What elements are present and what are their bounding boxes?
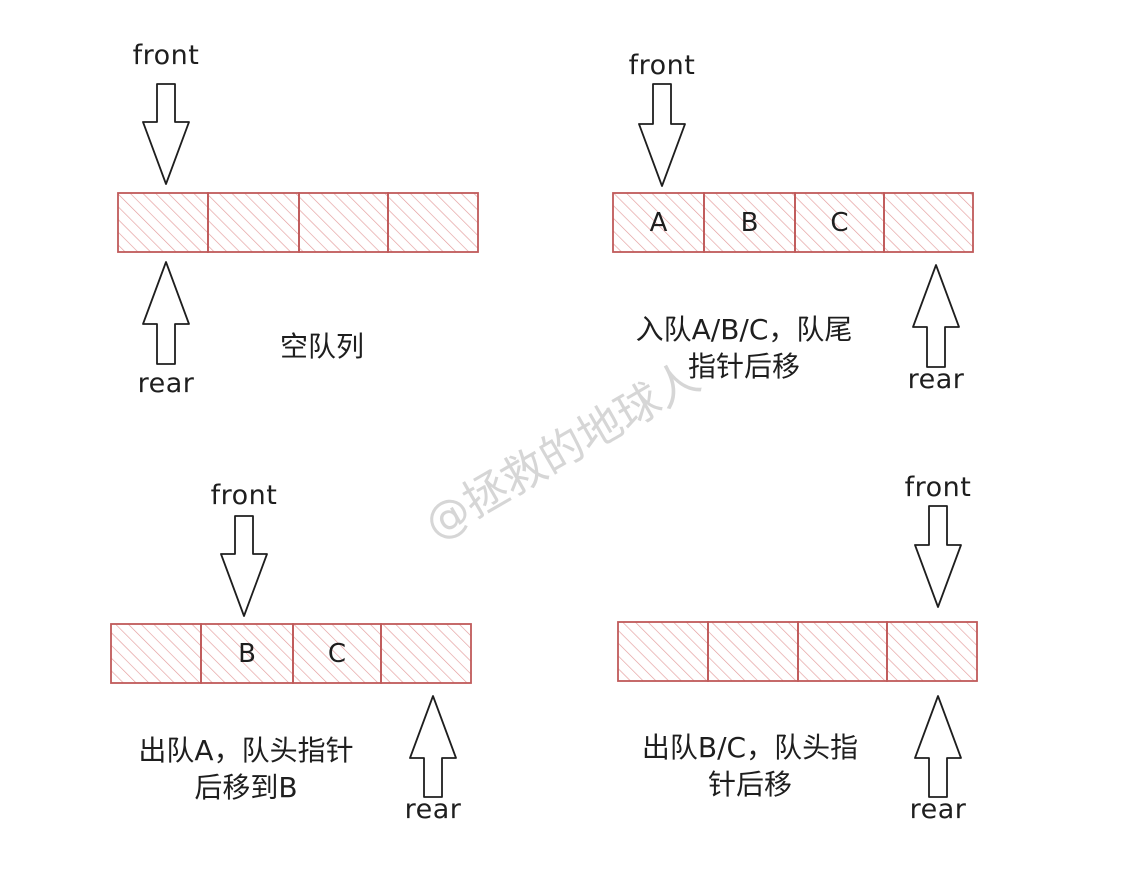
cell-value: C <box>327 638 347 669</box>
front-label: front <box>628 50 696 81</box>
rear-label: rear <box>909 794 967 825</box>
queue-cell <box>298 192 389 253</box>
queue-cell <box>707 621 799 682</box>
caption-line: 后移到B <box>194 771 298 804</box>
queue-cell <box>883 192 974 253</box>
rear-label: rear <box>404 794 462 825</box>
queue-cell <box>117 192 209 253</box>
front-label: front <box>210 480 278 511</box>
caption-line: 出队B/C，队头指 <box>641 731 859 764</box>
caption-line: 针后移 <box>707 768 793 801</box>
front-label: front <box>904 472 972 503</box>
queue-cell <box>886 621 978 682</box>
front-label: front <box>132 40 200 71</box>
queue-cell <box>797 621 888 682</box>
queue-cell <box>207 192 300 253</box>
queue-cell <box>380 623 472 684</box>
rear-label: rear <box>137 368 195 399</box>
queue-cell <box>617 621 709 682</box>
cell-value: B <box>740 207 759 238</box>
queue-cell <box>387 192 479 253</box>
caption-line: 指针后移 <box>687 350 801 383</box>
cell-value: B <box>238 638 256 669</box>
caption-line: 入队A/B/C，队尾 <box>635 313 853 346</box>
caption-line: 空队列 <box>279 330 365 363</box>
front-down-arrow-icon <box>638 83 686 187</box>
queue-cell <box>110 623 202 684</box>
caption-line: 出队A，队头指针 <box>138 734 354 767</box>
rear-up-arrow-icon <box>409 695 457 798</box>
cell-value: A <box>649 207 668 238</box>
rear-label: rear <box>907 364 965 395</box>
rear-up-arrow-icon <box>912 264 960 368</box>
front-down-arrow-icon <box>142 83 190 185</box>
front-down-arrow-icon <box>220 515 268 617</box>
rear-up-arrow-icon <box>914 695 962 798</box>
rear-up-arrow-icon <box>142 261 190 365</box>
queue-diagram: @拯救的地球人 front rear 空队列 A B Cfront rear 入队A/B/C，… <box>0 0 1126 885</box>
front-down-arrow-icon <box>914 505 962 608</box>
cell-value: C <box>830 207 849 238</box>
